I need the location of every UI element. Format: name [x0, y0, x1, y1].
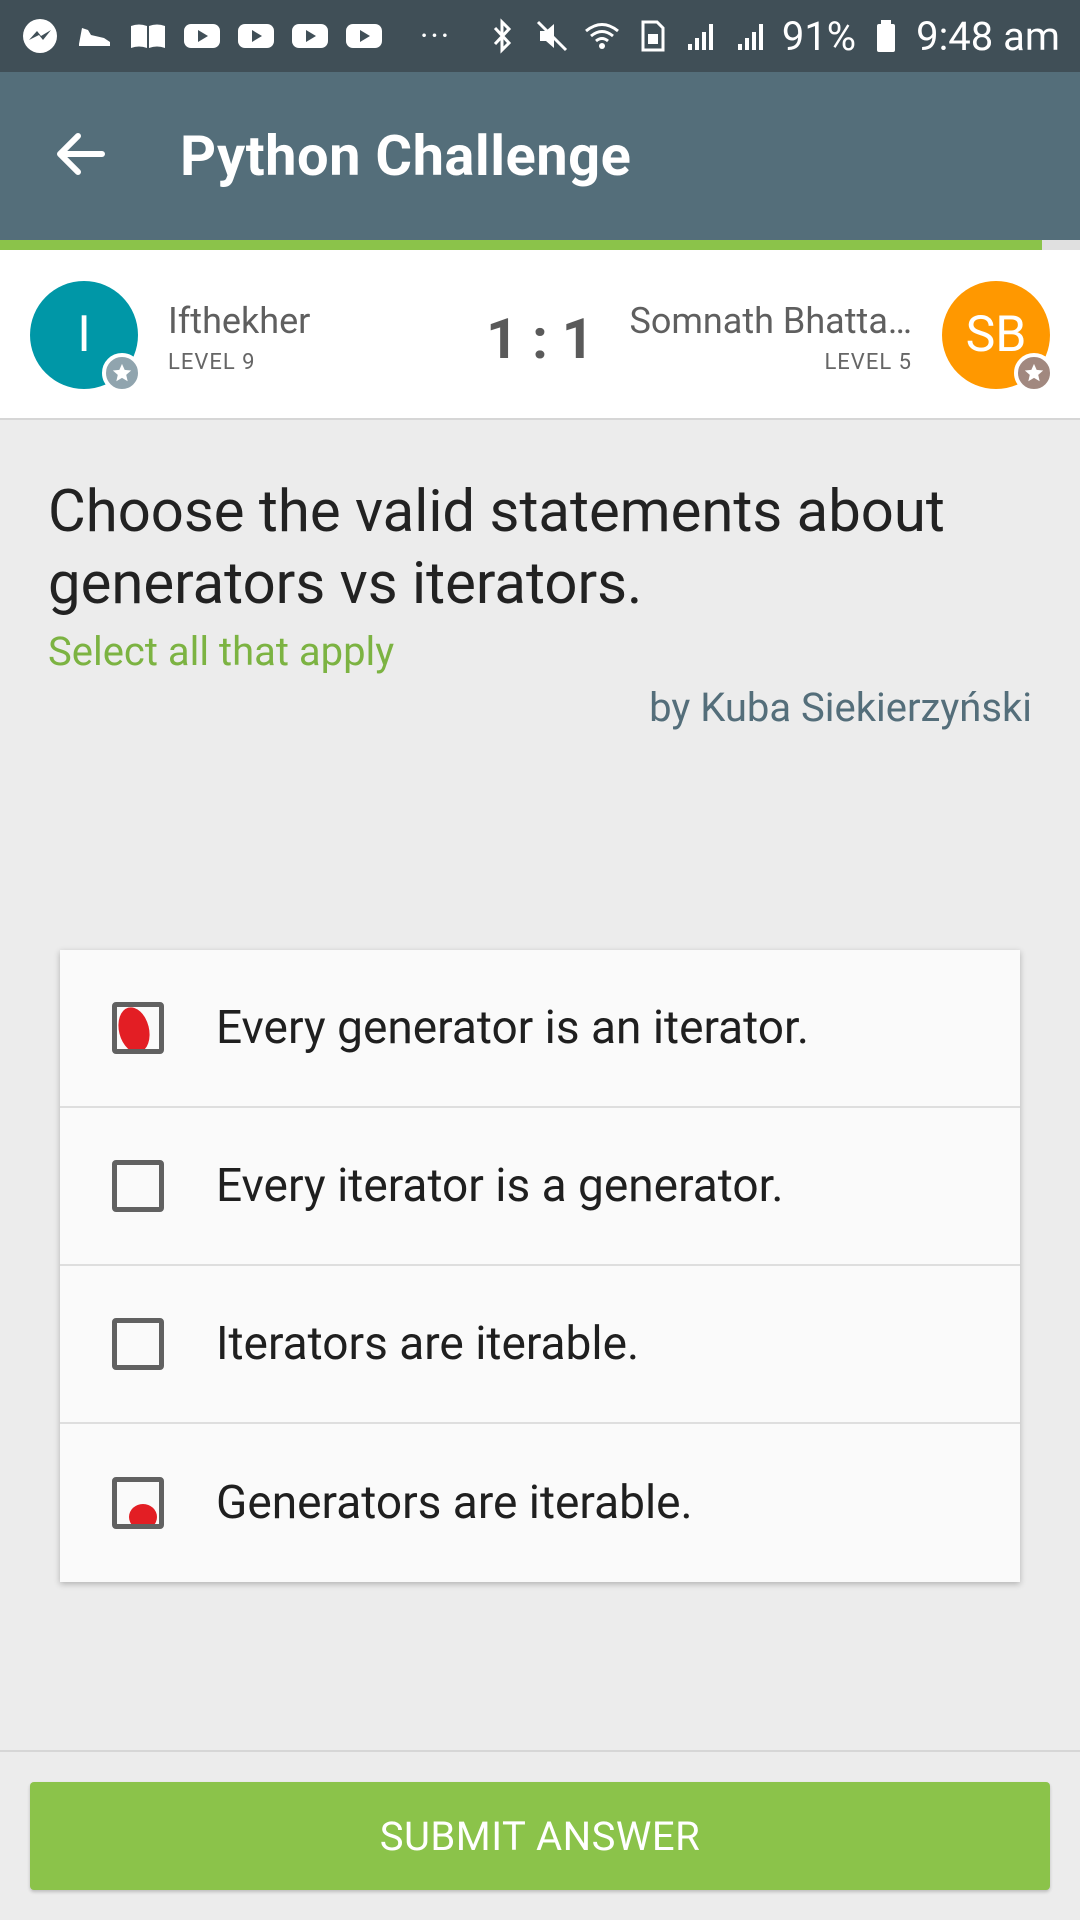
arrow-back-icon — [52, 126, 108, 186]
option-label: Every iterator is a generator. — [216, 1159, 784, 1213]
app-bar: Python Challenge — [0, 72, 1080, 240]
youtube-icon — [182, 16, 222, 56]
shoe-icon — [74, 16, 114, 56]
battery-percent: 91% — [781, 12, 857, 60]
option-checkbox[interactable] — [112, 1160, 164, 1212]
book-icon — [128, 16, 168, 56]
youtube-icon — [290, 16, 330, 56]
answer-option[interactable]: Every iterator is a generator. — [60, 1108, 1020, 1266]
mute-icon — [532, 16, 572, 56]
answer-option[interactable]: Generators are iterable. — [60, 1424, 1020, 1582]
challenge-progress-fill — [0, 240, 1043, 250]
match-header: I Ifthekher LEVEL 9 1 : 1 Somnath Bhatta… — [0, 250, 1080, 420]
player1-initial: I — [77, 306, 91, 364]
option-checkbox[interactable] — [112, 1002, 164, 1054]
question-text: Choose the valid statements about genera… — [48, 478, 945, 618]
battery-icon — [866, 16, 906, 56]
player1-level: LEVEL 9 — [168, 350, 256, 375]
back-button[interactable] — [40, 116, 120, 196]
challenge-progress-bar — [0, 240, 1080, 250]
player2-avatar[interactable]: SB — [942, 281, 1054, 393]
player2-initial: SB — [965, 306, 1027, 364]
status-bar: ··· 91% 9:48 am — [0, 0, 1080, 72]
clock: 9:48 am — [916, 12, 1060, 60]
player2-level: LEVEL 5 — [824, 350, 912, 375]
signal-icon — [732, 16, 772, 56]
question-author: by Kuba Siekierzyński — [649, 684, 1032, 731]
player2-level-badge-icon — [1014, 353, 1054, 393]
bluetooth-icon — [482, 16, 522, 56]
youtube-icon — [344, 16, 384, 56]
wifi-icon — [582, 16, 622, 56]
player1-avatar[interactable]: I — [30, 281, 142, 393]
messenger-icon — [20, 16, 60, 56]
answer-option[interactable]: Iterators are iterable. — [60, 1266, 1020, 1424]
question-hint: Select all that apply — [48, 628, 395, 675]
answer-option[interactable]: Every generator is an iterator. — [60, 950, 1020, 1108]
sim-icon — [632, 16, 672, 56]
option-label: Generators are iterable. — [216, 1476, 693, 1530]
player1-name: Ifthekher — [168, 300, 311, 342]
option-label: Every generator is an iterator. — [216, 1001, 809, 1055]
option-checkbox[interactable] — [112, 1318, 164, 1370]
page-title: Python Challenge — [180, 123, 632, 189]
option-checkbox[interactable] — [112, 1477, 164, 1529]
youtube-icon — [236, 16, 276, 56]
red-scribble-mark — [117, 1007, 155, 1049]
answer-options-card: Every generator is an iterator. Every it… — [60, 950, 1020, 1582]
signal-icon — [682, 16, 722, 56]
match-score: 1 : 1 — [486, 306, 594, 372]
submit-answer-button[interactable]: SUBMIT ANSWER — [30, 1782, 1050, 1890]
more-notifications-icon: ··· — [420, 17, 452, 55]
notification-icons: ··· — [20, 16, 451, 56]
player2-name: Somnath Bhatta… — [629, 300, 912, 342]
system-icons: 91% 9:48 am — [482, 13, 1060, 60]
red-scribble-mark — [129, 1504, 157, 1524]
footer: SUBMIT ANSWER — [0, 1750, 1080, 1920]
player1-level-badge-icon — [102, 353, 142, 393]
option-label: Iterators are iterable. — [216, 1317, 640, 1371]
